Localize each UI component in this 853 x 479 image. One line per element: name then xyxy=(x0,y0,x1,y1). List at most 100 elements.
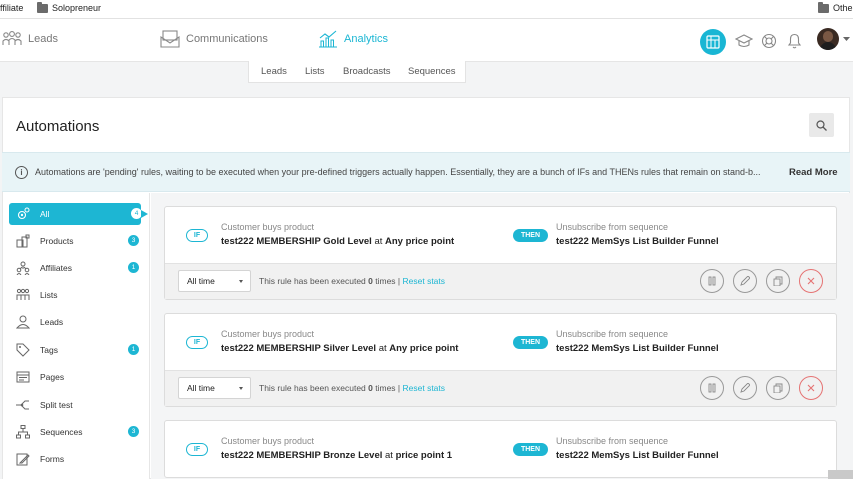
bookmark-affiliate[interactable]: ffiliate xyxy=(0,3,23,13)
sidebar-item-label: Pages xyxy=(40,372,65,382)
sidebar-item-split-test[interactable]: Split test xyxy=(9,394,141,416)
products-icon xyxy=(15,234,31,248)
rule-card: IF Customer buys product test222 MEMBERS… xyxy=(164,206,837,300)
count-badge: 1 xyxy=(128,262,139,273)
read-more-link[interactable]: Read More xyxy=(789,167,838,178)
sidebar-item-forms[interactable]: Forms xyxy=(9,448,141,470)
action-value: test222 MemSys List Builder Funnel xyxy=(556,343,719,354)
count-badge: 1 xyxy=(128,344,139,355)
nav-analytics[interactable]: Analytics xyxy=(318,30,388,48)
affiliates-icon xyxy=(15,261,31,275)
bookmark-solopreneur[interactable]: Solopreneur xyxy=(37,1,101,13)
then-pill: THEN xyxy=(513,229,548,242)
count-badge: 4 xyxy=(131,208,142,219)
sidebar-item-tags[interactable]: Tags 1 xyxy=(9,339,141,361)
rules-list: IF Customer buys product test222 MEMBERS… xyxy=(151,193,850,479)
sidebar-item-label: Sequences xyxy=(40,427,83,437)
action-label: Unsubscribe from sequence xyxy=(556,436,669,446)
sidebar-item-products[interactable]: Products 3 xyxy=(9,230,141,252)
chevron-down-icon[interactable] xyxy=(843,37,850,42)
sidebar-item-label: Forms xyxy=(40,454,65,464)
split-test-icon xyxy=(15,398,31,412)
nav-label: Leads xyxy=(28,33,58,45)
sidebar-item-label: Affiliates xyxy=(40,263,72,273)
sidebar-item-leads[interactable]: Leads xyxy=(9,311,141,333)
execution-stats: This rule has been executed 0 times | Re… xyxy=(259,276,446,286)
action-value: test222 MemSys List Builder Funnel xyxy=(556,450,719,461)
tab-leads[interactable]: Leads xyxy=(261,66,287,77)
condition-value: test222 MEMBERSHIP Bronze Level at price… xyxy=(221,450,453,461)
pause-icon xyxy=(708,276,716,286)
edit-button[interactable] xyxy=(733,376,757,400)
tab-sequences[interactable]: Sequences xyxy=(408,66,456,77)
action-label: Unsubscribe from sequence xyxy=(556,329,669,339)
lifebuoy-icon[interactable] xyxy=(761,33,777,49)
leads-icon xyxy=(15,315,31,329)
gear-icon xyxy=(15,207,31,221)
if-pill: IF xyxy=(186,443,208,456)
nav-communications[interactable]: Communications xyxy=(160,30,268,48)
search-icon xyxy=(816,119,827,131)
count-badge: 3 xyxy=(128,235,139,246)
search-button[interactable] xyxy=(809,113,834,137)
close-icon xyxy=(807,384,815,392)
apps-button[interactable] xyxy=(700,29,726,55)
tab-lists[interactable]: Lists xyxy=(305,66,325,77)
period-select[interactable]: All time xyxy=(178,377,251,399)
tag-icon xyxy=(15,343,31,357)
sidebar-item-label: All xyxy=(40,209,50,219)
bookmarks-bar: ffiliate Solopreneur Othe xyxy=(0,0,853,19)
sidebar-item-all[interactable]: All 4 xyxy=(9,203,148,225)
copy-icon xyxy=(773,276,783,286)
apps-icon xyxy=(706,35,720,49)
sidebar-item-label: Leads xyxy=(40,317,64,327)
graduation-cap-icon[interactable] xyxy=(735,33,753,49)
sidebar-item-label: Products xyxy=(40,236,74,246)
delete-button[interactable] xyxy=(799,376,823,400)
forms-icon xyxy=(15,452,31,466)
count-badge: 3 xyxy=(128,426,139,437)
edit-button[interactable] xyxy=(733,269,757,293)
copy-button[interactable] xyxy=(766,269,790,293)
if-pill: IF xyxy=(186,336,208,349)
rule-card: IF Customer buys product test222 MEMBERS… xyxy=(164,420,837,478)
pause-button[interactable] xyxy=(700,269,724,293)
sub-tabs: Leads Lists Broadcasts Sequences xyxy=(248,61,466,83)
close-icon xyxy=(807,277,815,285)
condition-label: Customer buys product xyxy=(221,436,315,446)
reset-stats-link[interactable]: Reset stats xyxy=(403,276,446,286)
sidebar: All 4 Products 3 Affiliates 1 Lists Lead… xyxy=(3,193,150,479)
pencil-icon xyxy=(740,383,750,393)
scroll-handle[interactable] xyxy=(828,470,853,479)
reset-stats-link[interactable]: Reset stats xyxy=(403,383,446,393)
nav-label: Analytics xyxy=(344,33,389,45)
pencil-icon xyxy=(740,276,750,286)
automations-panel: Automations i Automations are 'pending' … xyxy=(2,97,850,479)
copy-button[interactable] xyxy=(766,376,790,400)
condition-label: Customer buys product xyxy=(221,329,315,339)
sidebar-item-lists[interactable]: Lists xyxy=(9,284,141,306)
chart-icon xyxy=(319,30,337,48)
sidebar-item-pages[interactable]: Pages xyxy=(9,366,141,388)
pause-button[interactable] xyxy=(700,376,724,400)
bell-icon[interactable] xyxy=(787,32,802,49)
info-banner: i Automations are 'pending' rules, waiti… xyxy=(2,152,850,192)
avatar[interactable] xyxy=(817,28,839,50)
sequences-icon xyxy=(15,425,31,439)
sidebar-item-label: Split test xyxy=(40,400,73,410)
if-pill: IF xyxy=(186,229,208,242)
condition-label: Customer buys product xyxy=(221,222,315,232)
nav-label: Communications xyxy=(186,33,268,45)
sidebar-item-affiliates[interactable]: Affiliates 1 xyxy=(9,257,141,279)
period-select[interactable]: All time xyxy=(178,270,251,292)
bookmark-other[interactable]: Othe xyxy=(818,1,853,13)
nav-leads[interactable]: Leads xyxy=(2,30,58,48)
rule-card: IF Customer buys product test222 MEMBERS… xyxy=(164,313,837,407)
delete-button[interactable] xyxy=(799,269,823,293)
bookmark-label: Othe xyxy=(833,3,853,13)
page-title: Automations xyxy=(16,118,100,135)
folder-icon xyxy=(37,1,48,13)
sidebar-item-sequences[interactable]: Sequences 3 xyxy=(9,421,141,443)
info-icon: i xyxy=(15,166,28,179)
tab-broadcasts[interactable]: Broadcasts xyxy=(343,66,391,77)
